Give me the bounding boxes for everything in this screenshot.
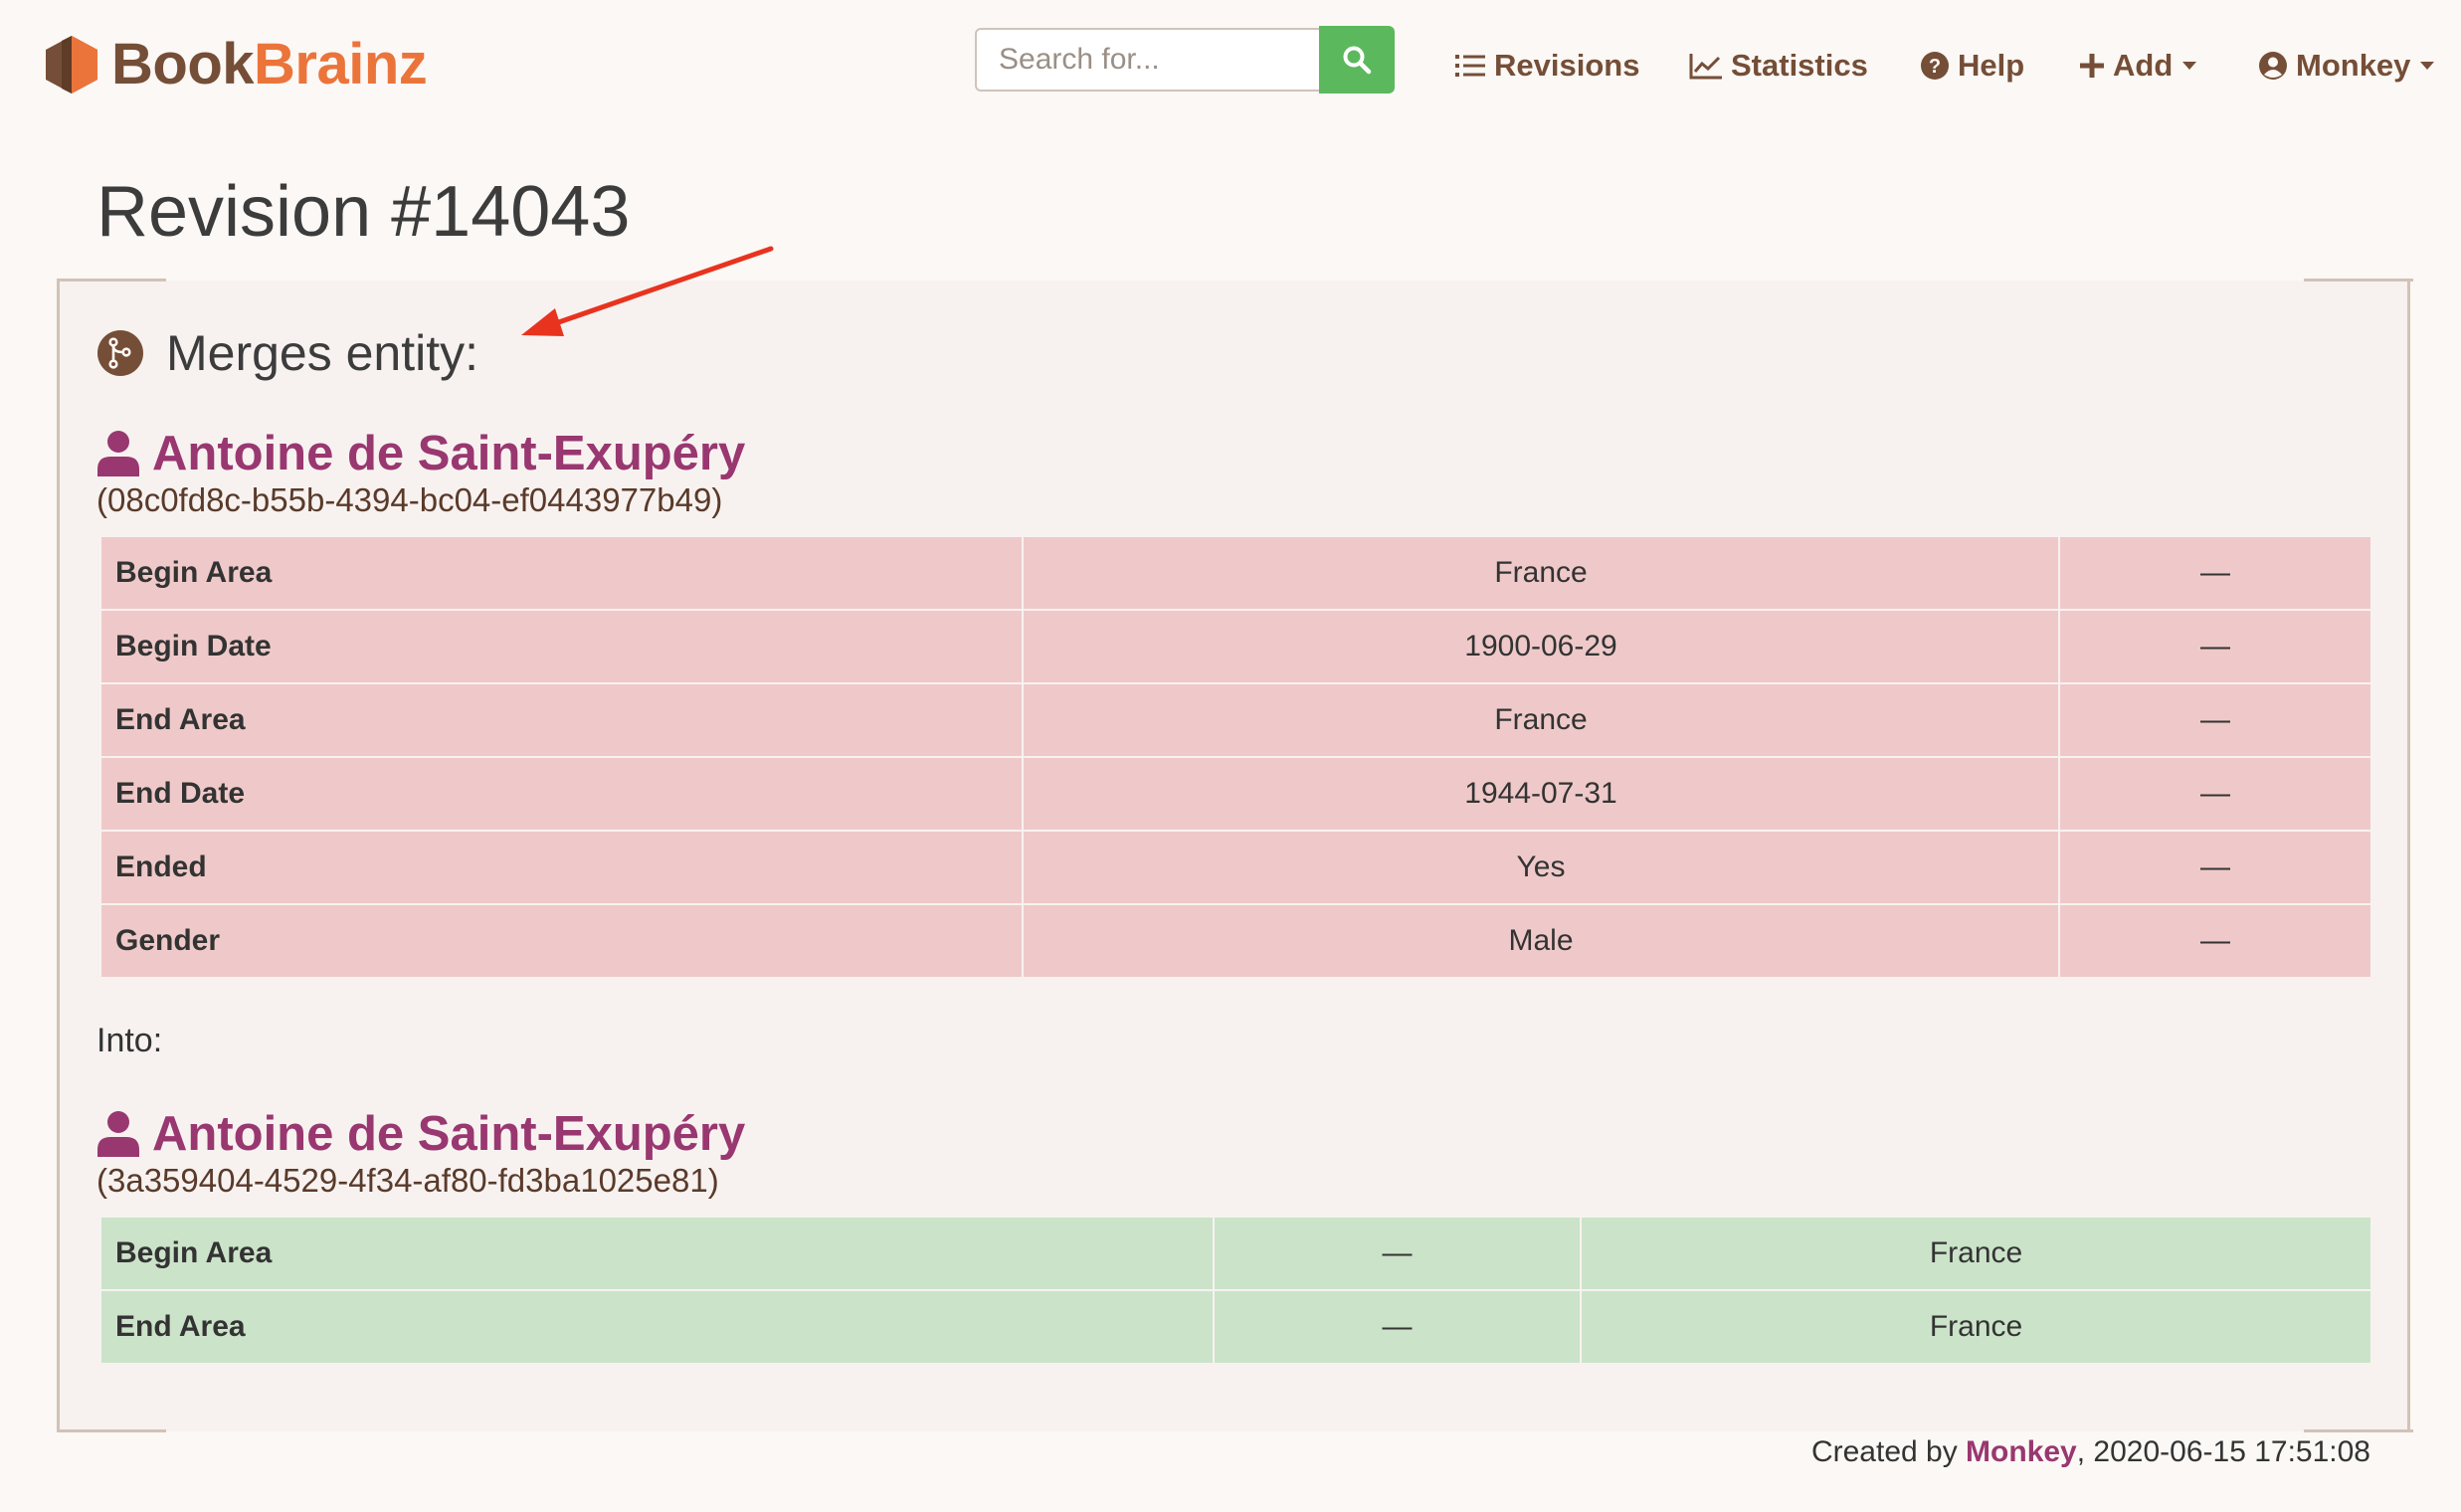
search-form (975, 26, 1395, 94)
source-entity-link[interactable]: Antoine de Saint-Exupéry (96, 426, 745, 481)
table-row: Gender Male — (99, 903, 2372, 979)
row-label: End Area (99, 1289, 1215, 1365)
section-heading-text: Merges entity: (166, 325, 479, 381)
user-icon (97, 1111, 139, 1157)
row-label: Ended (99, 830, 1024, 905)
nav-revisions-label: Revisions (1494, 48, 1640, 83)
row-old-value: Male (1022, 903, 2060, 979)
target-entity-id: (3a359404-4529-4f34-af80-fd3ba1025e81) (96, 1162, 719, 1199)
row-old-value: France (1022, 682, 2060, 758)
table-row: Ended Yes — (99, 830, 2372, 905)
row-old-value: 1900-06-29 (1022, 609, 2060, 684)
user-circle-icon (2259, 52, 2287, 80)
panel-corner (2304, 279, 2413, 282)
row-new-value: — (2058, 903, 2372, 979)
target-entity-name: Antoine de Saint-Exupéry (152, 1107, 746, 1161)
panel-corner (2304, 1429, 2413, 1432)
nav-help-label: Help (1958, 48, 2025, 83)
user-icon (97, 431, 139, 476)
row-old-value: France (1022, 535, 2060, 611)
brand-name: BookBrainz (111, 32, 428, 96)
source-entity-id: (08c0fd8c-b55b-4394-bc04-ef0443977b49) (96, 481, 723, 518)
row-label: Gender (99, 903, 1024, 979)
row-new-value: — (2058, 609, 2372, 684)
panel-corner (57, 279, 166, 282)
footer-timestamp: , 2020-06-15 17:51:08 (2076, 1435, 2370, 1468)
nav-user-dropdown[interactable]: Monkey (2258, 46, 2435, 86)
row-label: Begin Area (99, 1216, 1215, 1291)
row-old-value: Yes (1022, 830, 2060, 905)
table-row: Begin Area France — (99, 535, 2372, 611)
row-old-value: — (1213, 1289, 1582, 1365)
target-entity-diff-table: Begin Area — France End Area — France (99, 1216, 2372, 1365)
target-entity-link[interactable]: Antoine de Saint-Exupéry (96, 1106, 745, 1162)
list-icon (1455, 55, 1485, 77)
nav-add-dropdown[interactable]: Add (2079, 46, 2197, 86)
nav-help[interactable]: ? Help (1920, 46, 2024, 86)
section-heading: Merges entity: (96, 324, 478, 382)
source-entity-name: Antoine de Saint-Exupéry (152, 427, 746, 480)
table-row: End Area France — (99, 682, 2372, 758)
svg-text:?: ? (1929, 56, 1941, 78)
merge-icon (97, 330, 143, 376)
row-old-value: — (1213, 1216, 1582, 1291)
search-input[interactable] (975, 28, 1319, 92)
bookbrainz-logo-icon (46, 36, 97, 94)
row-label: End Area (99, 682, 1024, 758)
row-new-value: — (2058, 682, 2372, 758)
row-new-value: France (1580, 1216, 2372, 1291)
revision-footer: Created by Monkey, 2020-06-15 17:51:08 (1811, 1435, 2370, 1469)
nav-statistics[interactable]: Statistics (1689, 46, 1868, 86)
caret-down-icon (2182, 62, 2197, 70)
navbar: BookBrainz Revisions Statistics ? H (0, 0, 2461, 129)
line-chart-icon (1689, 54, 1722, 80)
caret-down-icon (2420, 62, 2435, 70)
row-new-value: — (2058, 756, 2372, 832)
nav-add-label: Add (2113, 48, 2174, 83)
row-old-value: 1944-07-31 (1022, 756, 2060, 832)
row-new-value: — (2058, 535, 2372, 611)
source-entity-diff-table: Begin Area France — Begin Date 1900-06-2… (99, 535, 2372, 979)
author-link[interactable]: Monkey (1966, 1435, 2077, 1468)
annotation-arrow-icon (521, 246, 774, 336)
search-button[interactable] (1319, 26, 1395, 94)
table-row: End Date 1944-07-31 — (99, 756, 2372, 832)
brand-logo[interactable]: BookBrainz (44, 32, 428, 96)
question-circle-icon: ? (1921, 52, 1949, 80)
panel-corner (57, 1429, 166, 1432)
row-label: End Date (99, 756, 1024, 832)
search-icon (1343, 46, 1372, 75)
into-label: Into: (96, 1022, 163, 1059)
table-row: Begin Area — France (99, 1216, 2372, 1291)
nav-revisions[interactable]: Revisions (1454, 46, 1639, 86)
footer-prefix: Created by (1810, 1435, 1967, 1468)
row-new-value: — (2058, 830, 2372, 905)
table-row: End Area — France (99, 1289, 2372, 1365)
table-row: Begin Date 1900-06-29 — (99, 609, 2372, 684)
row-new-value: France (1580, 1289, 2372, 1365)
plus-icon (2080, 54, 2104, 78)
row-label: Begin Date (99, 609, 1024, 684)
nav-statistics-label: Statistics (1731, 48, 1868, 83)
nav-user-label: Monkey (2296, 48, 2411, 83)
row-label: Begin Area (99, 535, 1024, 611)
